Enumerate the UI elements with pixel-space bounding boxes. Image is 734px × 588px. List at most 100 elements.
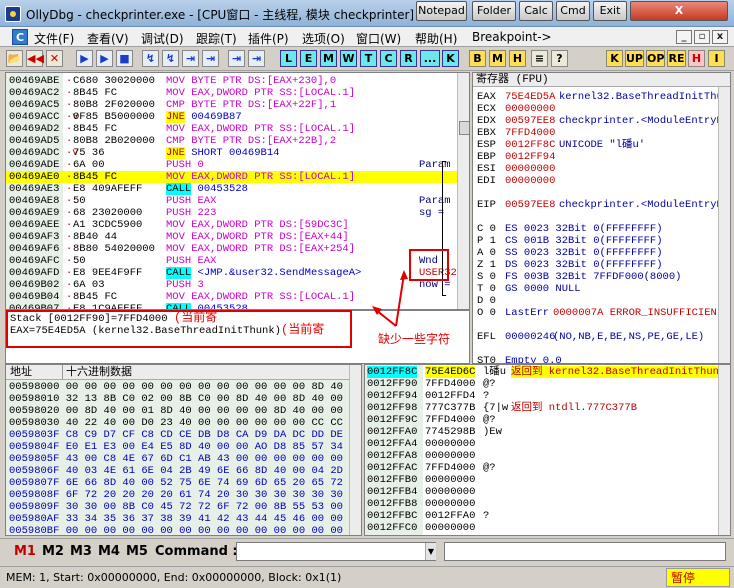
dump-row[interactable]: 0059809F 30 30 00 8B C0 45 72 72 6F 72 0… xyxy=(9,501,361,513)
breakpoints-button[interactable]: B xyxy=(469,50,486,67)
registers-header[interactable]: 寄存器 (FPU) xyxy=(473,73,730,87)
calc-button[interactable]: Calc xyxy=(519,1,553,21)
menu-file[interactable]: 文件(F) xyxy=(34,30,74,47)
menu-window[interactable]: 窗口(W) xyxy=(356,30,401,47)
menu-help[interactable]: 帮助(H) xyxy=(415,30,457,47)
hex-dump-pane[interactable]: 地址 十六进制数据 00598000 00 00 00 00 00 00 00 … xyxy=(5,364,362,536)
stack-row[interactable]: 0012FFB0 00000000 xyxy=(365,474,718,486)
hardware-breakpoints-button[interactable]: H xyxy=(509,50,526,67)
window-close-button[interactable]: X xyxy=(630,1,728,21)
modules-window-button[interactable]: E xyxy=(300,50,317,67)
op-button[interactable]: OP xyxy=(646,50,665,67)
open-folder-icon[interactable]: 📂 xyxy=(6,50,23,67)
m2-button[interactable]: M2 xyxy=(42,544,64,559)
help-icon[interactable]: ? xyxy=(551,50,568,67)
stack-row[interactable]: 0012FFA4 00000000 xyxy=(365,438,718,450)
menu-options[interactable]: 选项(O) xyxy=(302,30,345,47)
cpu-window-button[interactable]: C xyxy=(380,50,397,67)
dump-row[interactable]: 00598000 00 00 00 00 00 00 00 00 00 00 0… xyxy=(9,381,361,393)
exit-button[interactable]: Exit xyxy=(593,1,627,21)
stack-row[interactable]: 0012FF9C 7FFD4000 @? xyxy=(365,414,718,426)
stack-row[interactable]: 0012FFB8 00000000 xyxy=(365,498,718,510)
execute-till-return-icon[interactable]: ⇥ xyxy=(228,50,245,67)
dump-col-hex[interactable]: 十六进制数据 xyxy=(66,366,132,378)
disasm-row[interactable]: 00469ABE · C680 30020000 MOV BYTE PTR DS:[E… xyxy=(6,75,458,87)
dump-scrollbar[interactable] xyxy=(349,365,361,535)
menu-plugins[interactable]: 插件(P) xyxy=(248,30,289,47)
run-trace-button[interactable]: R xyxy=(400,50,417,67)
cmd-button[interactable]: Cmd xyxy=(556,1,590,21)
stack-row[interactable]: 0012FFA8 00000000 xyxy=(365,450,718,462)
disasm-row[interactable]: 00469AE0 · 8B45 FC MOV EAX,DWORD PTR SS:[LO… xyxy=(6,171,458,183)
dump-col-address[interactable]: 地址 xyxy=(10,366,32,378)
disasm-row[interactable]: 00469AC5 · 80B8 2F020000 CMP BYTE PTR DS:[E… xyxy=(6,99,458,111)
log-window-button[interactable]: L xyxy=(280,50,297,67)
step-over-icon[interactable]: ↯ xyxy=(162,50,179,67)
stack-row[interactable]: 0012FFB4 00000000 xyxy=(365,486,718,498)
m5-button[interactable]: M5 xyxy=(126,544,148,559)
dump-row[interactable]: 0059803F C8 C9 D7 CF C8 CD CE DB D8 CA D… xyxy=(9,429,361,441)
dump-row[interactable]: 0059808F 6F 72 20 20 20 20 61 74 20 30 3… xyxy=(9,489,361,501)
stack-row[interactable]: 0012FF98 777C377B {7|w 返回到 ntdll.777C377B xyxy=(365,402,718,414)
disasm-row[interactable]: 00469AEE · A1 3CDC5900 MOV EAX,DWORD PTR DS… xyxy=(6,219,458,231)
disasm-row[interactable]: 00469ADE · 6A 00 PUSH 0 Param xyxy=(6,159,458,171)
h-button[interactable]: H xyxy=(688,50,705,67)
stack-row[interactable]: 0012FFA0 7745298B)Ew xyxy=(365,426,718,438)
trace-over-icon[interactable]: ⇥ xyxy=(202,50,219,67)
disasm-row[interactable]: 00469AD5 · 80B8 2B020000 CMP BYTE PTR DS:[E… xyxy=(6,135,458,147)
menu-debug[interactable]: 调试(D) xyxy=(141,30,184,47)
re-button[interactable]: RE xyxy=(667,50,686,67)
dump-row[interactable]: 0059807F 6E 66 8D 40 00 52 75 6E 74 69 6… xyxy=(9,477,361,489)
dump-row[interactable]: 00598020 00 8D 40 00 01 8D 40 00 00 00 0… xyxy=(9,405,343,417)
memory-window-button[interactable]: M xyxy=(320,50,337,67)
close-icon[interactable]: x xyxy=(712,30,728,44)
windows-window-button[interactable]: W xyxy=(340,50,357,67)
dump-row[interactable]: 0059804F E0 E1 E3 00 E4 E5 8D 40 00 00 A… xyxy=(9,441,361,453)
run-icon[interactable]: ▶ xyxy=(76,50,93,67)
notepad-button[interactable]: Notepad xyxy=(416,1,467,21)
run-thread-icon[interactable]: ▶ xyxy=(96,50,113,67)
pause-icon[interactable]: ■ xyxy=(116,50,133,67)
menu-breakpoint[interactable]: Breakpoint-> xyxy=(472,30,552,44)
stack-row[interactable]: 0012FFBC 0012FFA0? xyxy=(365,510,718,522)
list-icon[interactable]: ≡ xyxy=(531,50,548,67)
dump-row[interactable]: 005980AF 33 34 35 36 37 38 39 41 42 43 4… xyxy=(9,513,361,525)
registers-pane[interactable]: 寄存器 (FPU) EAX 75E4ED5A kernel32.BaseThread… xyxy=(472,72,731,364)
dump-row[interactable]: 0059806F 40 03 4E 61 6E 04 2B 49 6E 66 8… xyxy=(9,465,361,477)
menu-trace[interactable]: 跟踪(T) xyxy=(196,30,237,47)
i-button[interactable]: I xyxy=(708,50,725,67)
step-into-icon[interactable]: ↯ xyxy=(142,50,159,67)
m4-button[interactable]: M4 xyxy=(98,544,120,559)
trace-into-icon[interactable]: ⇥ xyxy=(182,50,199,67)
stack-scrollbar[interactable] xyxy=(718,365,730,535)
execute-till-user-icon[interactable]: ⇥ xyxy=(248,50,265,67)
dump-row[interactable]: 0059805F 43 00 C8 4E 67 6D C1 AB 43 00 0… xyxy=(9,453,361,465)
menu-view[interactable]: 查看(V) xyxy=(87,30,129,47)
up-button[interactable]: UP xyxy=(625,50,644,67)
rewind-icon[interactable]: ◀◀ xyxy=(26,50,44,67)
close-debug-icon[interactable]: ✕ xyxy=(46,50,63,67)
disasm-row[interactable]: 00469AC2 · 8B45 FC MOV EAX,DWORD PTR SS:[LO… xyxy=(6,87,458,99)
k-button[interactable]: K xyxy=(606,50,623,67)
folder-button[interactable]: Folder xyxy=(472,1,516,21)
disasm-row[interactable]: 00469AD2 · 8B45 FC MOV EAX,DWORD PTR SS:[LO… xyxy=(6,123,458,135)
command-dropdown-icon[interactable]: ▼ xyxy=(425,543,436,560)
stack-row[interactable]: 0012FF8C 75E4ED6C l磻u 返回到 kernel32.BaseThre… xyxy=(365,366,719,378)
dump-row[interactable]: 00598010 32 13 8B C0 02 00 8B C0 00 8D 4… xyxy=(9,393,343,405)
disasm-row[interactable]: 00469AF6 · 8B80 54020000 MOV EAX,DWORD PTR … xyxy=(6,243,458,255)
m3-button[interactable]: M3 xyxy=(70,544,92,559)
threads-window-button[interactable]: T xyxy=(360,50,377,67)
disasm-row[interactable]: 00469ACC ·v 0F85 B5000000 JNE 00469B87 xyxy=(6,111,458,123)
cpu-window-icon[interactable]: C xyxy=(12,29,28,45)
patches-button[interactable]: ... xyxy=(420,50,440,67)
memory-breakpoints-button[interactable]: M xyxy=(489,50,506,67)
registers-scrollbar[interactable] xyxy=(718,87,730,363)
minimize-icon[interactable]: _ xyxy=(676,30,692,44)
m1-button[interactable]: M1 xyxy=(14,544,36,559)
dump-row[interactable]: 00598030 40 22 40 00 D0 23 40 00 00 00 0… xyxy=(9,417,343,429)
stack-row[interactable]: 0012FF90 7FFD4000 @? xyxy=(365,378,718,390)
scroll-thumb[interactable] xyxy=(459,121,469,135)
disasm-row[interactable]: 00469AE8 · 50 PUSH EAX Param xyxy=(6,195,458,207)
dump-row[interactable]: 005980BF 00 00 00 00 00 00 00 00 00 00 0… xyxy=(9,525,361,535)
stack-pane[interactable]: 0012FF8C 75E4ED6C l磻u 返回到 kernel32.BaseThre… xyxy=(364,364,731,536)
